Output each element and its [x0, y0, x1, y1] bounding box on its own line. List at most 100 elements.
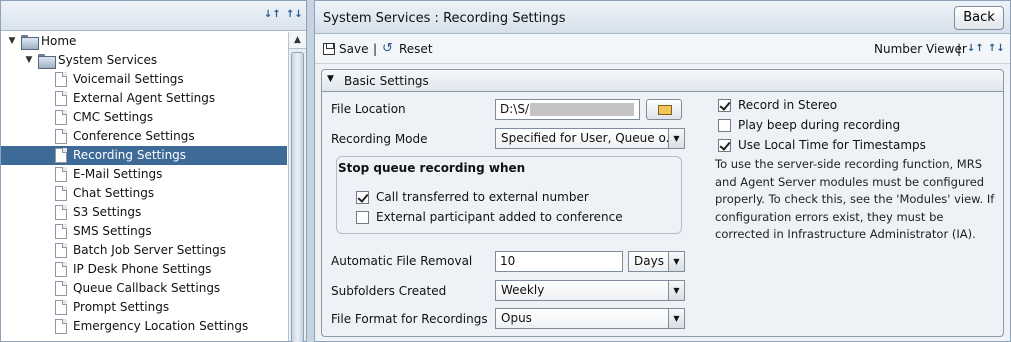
tree-item[interactable]: ▼ System Services — [1, 51, 287, 70]
section-title: Basic Settings — [344, 74, 429, 88]
file-location-label: File Location — [331, 102, 406, 116]
folder-icon — [38, 54, 56, 69]
reset-button[interactable]: ↺ Reset — [382, 42, 433, 57]
sort-down-icon[interactable]: ↓↑ — [264, 8, 281, 22]
number-viewer-button[interactable]: Number Viewer — [874, 42, 967, 56]
folder-icon — [21, 35, 39, 50]
tree-item[interactable]: S3 Settings — [1, 203, 287, 222]
tree-item[interactable]: External Agent Settings — [1, 89, 287, 108]
tree-item-label: CMC Settings — [73, 110, 154, 124]
number-viewer-label: Number Viewer — [874, 42, 967, 56]
sort-up-icon[interactable]: ↑↓ — [286, 8, 303, 22]
save-button[interactable]: Save — [323, 42, 368, 56]
subfolders-label: Subfolders Created — [331, 284, 447, 298]
tree-scrollbar[interactable]: ▲ — [288, 32, 306, 342]
record-stereo-checkbox[interactable] — [718, 98, 731, 112]
tree-item-label: Home — [41, 34, 77, 48]
tree-item[interactable]: Batch Job Server Settings — [1, 241, 287, 260]
tree-item[interactable]: Voicemail Settings — [1, 70, 287, 89]
tree-item[interactable]: IP Desk Phone Settings — [1, 260, 287, 279]
tree-item-label: Recording Settings — [73, 148, 187, 162]
browse-button[interactable] — [646, 99, 682, 120]
tree-item[interactable]: SMS Settings — [1, 222, 287, 241]
sort-down-icon[interactable]: ↓↑ — [967, 42, 984, 56]
document-icon — [55, 205, 67, 220]
local-time-option[interactable]: Use Local Time for Timestamps — [718, 138, 926, 152]
redacted-path — [530, 103, 634, 116]
page-title: System Services : Recording Settings — [323, 11, 566, 26]
title-bar: System Services : Recording Settings Bac… — [315, 1, 1010, 34]
expand-toggle-icon[interactable]: ▼ — [7, 32, 17, 51]
save-label: Save — [339, 42, 369, 56]
document-icon — [55, 243, 67, 258]
tree-item-label: SMS Settings — [73, 224, 152, 238]
recording-info-text: To use the server-side recording functio… — [715, 157, 995, 241]
basic-settings-header[interactable]: ▼ Basic Settings — [322, 70, 1003, 92]
back-button[interactable]: Back — [954, 6, 1004, 30]
navigation-panel: ↓↑ ↑↓ ▼ Home ▼ System Services Voicemail Set… — [0, 0, 307, 342]
tree-item-label: Conference Settings — [73, 129, 195, 143]
save-icon — [323, 43, 335, 55]
subfolders-select[interactable]: Weekly ▼ — [495, 280, 685, 301]
scroll-up-arrow-icon[interactable]: ▲ — [289, 32, 306, 49]
file-format-select[interactable]: Opus ▼ — [495, 308, 685, 329]
document-icon — [55, 262, 67, 277]
document-icon — [55, 319, 67, 334]
document-icon — [55, 91, 67, 106]
chevron-down-icon: ▼ — [668, 309, 684, 328]
tree-item[interactable]: Queue Callback Settings — [1, 279, 287, 298]
stop-queue-title: Stop queue recording when — [338, 161, 526, 175]
toolbar: Save | ↺ Reset Number Viewer | ↓↑ ↑↓ — [315, 34, 1010, 64]
external-participant-option[interactable]: External participant added to conference — [356, 210, 623, 224]
tree-item[interactable]: ▼ Home — [1, 32, 287, 51]
scrollbar-thumb[interactable] — [291, 52, 304, 342]
tree-item-label: External Agent Settings — [73, 91, 216, 105]
record-stereo-option[interactable]: Record in Stereo — [718, 98, 837, 112]
auto-removal-unit-select[interactable]: Days ▼ — [628, 251, 685, 272]
tree-item-label: Queue Callback Settings — [73, 281, 221, 295]
toolbar-separator-2: | — [957, 42, 962, 56]
call-transferred-option[interactable]: Call transferred to external number — [356, 190, 589, 204]
call-transferred-checkbox[interactable] — [356, 190, 369, 204]
document-icon — [55, 167, 67, 182]
expand-toggle-icon[interactable]: ▼ — [24, 51, 34, 70]
tree-item[interactable]: CMC Settings — [1, 108, 287, 127]
sort-up-icon[interactable]: ↑↓ — [988, 42, 1005, 56]
auto-removal-unit-value: Days — [634, 254, 664, 268]
external-participant-label: External participant added to conference — [376, 210, 623, 224]
recording-mode-select[interactable]: Specified for User, Queue o... ▼ — [495, 128, 685, 149]
local-time-label: Use Local Time for Timestamps — [738, 138, 926, 152]
file-location-input[interactable]: D:\S/ — [495, 99, 640, 120]
tree-item-label: Emergency Location Settings — [73, 319, 249, 333]
tree-item[interactable]: E-Mail Settings — [1, 165, 287, 184]
document-icon — [55, 129, 67, 144]
tree-item-label: Batch Job Server Settings — [73, 243, 227, 257]
recording-mode-value: Specified for User, Queue o... — [501, 131, 678, 145]
tree-item-label: S3 Settings — [73, 205, 142, 219]
subfolders-value: Weekly — [501, 283, 545, 297]
collapse-triangle-icon[interactable]: ▼ — [327, 74, 334, 84]
tree-item[interactable]: Conference Settings — [1, 127, 287, 146]
record-stereo-label: Record in Stereo — [738, 98, 838, 112]
tree-item[interactable]: Prompt Settings — [1, 298, 287, 317]
tree-item-label: Prompt Settings — [73, 300, 170, 314]
tree-item[interactable]: Recording Settings — [1, 146, 287, 165]
file-location-value: D:\S/ — [500, 102, 529, 116]
tree-item[interactable]: Emergency Location Settings — [1, 317, 287, 336]
auto-removal-input[interactable]: 10 — [495, 251, 623, 272]
tree-item-label: Voicemail Settings — [73, 72, 184, 86]
chevron-down-icon: ▼ — [668, 281, 684, 300]
tree-item-label: E-Mail Settings — [73, 167, 163, 181]
document-icon — [55, 224, 67, 239]
play-beep-checkbox[interactable] — [718, 118, 731, 132]
document-icon — [55, 281, 67, 296]
local-time-checkbox[interactable] — [718, 138, 731, 152]
file-format-label: File Format for Recordings — [331, 312, 488, 326]
navigation-panel-header: ↓↑ ↑↓ — [1, 1, 306, 31]
basic-settings-section: ▼ Basic Settings File Location D:\S/ Rec… — [321, 69, 1004, 337]
play-beep-option[interactable]: Play beep during recording — [718, 118, 900, 132]
tree-item[interactable]: Chat Settings — [1, 184, 287, 203]
navigation-tree: ▼ Home ▼ System Services Voicemail Settings E… — [1, 32, 287, 341]
tree-item-label: Chat Settings — [73, 186, 155, 200]
external-participant-checkbox[interactable] — [356, 210, 369, 224]
